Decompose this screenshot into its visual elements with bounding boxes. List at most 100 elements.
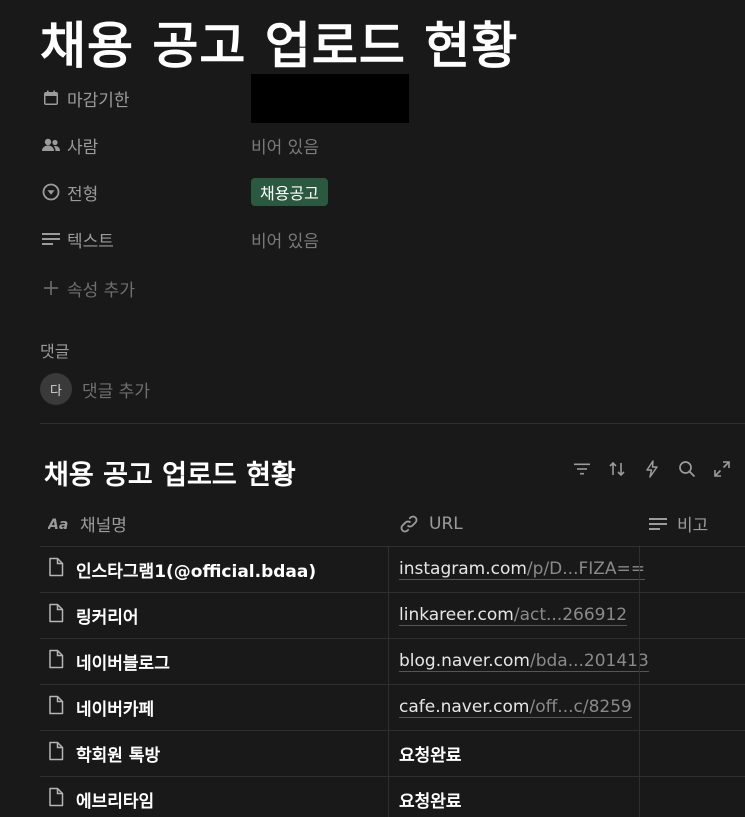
add-property-button[interactable]: 속성 추가 [40, 273, 680, 303]
property-label: 마감기한 [40, 86, 251, 111]
url-host: cafe.naver.com [399, 697, 530, 717]
property-label: 전형 [40, 180, 251, 205]
title-aa-icon: Aa [48, 517, 70, 531]
row-name-cell[interactable]: 네이버카페 [40, 685, 388, 730]
page: 채용 공고 업로드 현황 마감기한 사람 비어 있음 전형 채용공고 텍스트 비… [0, 0, 745, 817]
text-label: 텍스트 [67, 231, 114, 252]
people-label: 사람 [67, 137, 99, 158]
add-property-label: 속성 추가 [67, 280, 135, 301]
url-host: linkareer.com [399, 605, 514, 625]
plus-icon [40, 277, 62, 299]
add-property-row: 속성 추가 [40, 276, 251, 301]
property-label: 텍스트 [40, 227, 251, 252]
row-name-cell[interactable]: 인스타그램1(@official.bdaa) [40, 547, 388, 592]
url-host: blog.naver.com [399, 651, 530, 671]
property-label: 사람 [40, 133, 251, 158]
table-row[interactable]: 네이버블로그 blog.naver.com/bda...201413 [40, 639, 745, 685]
url-plain-value: 요청완료 [399, 792, 462, 812]
table-row[interactable]: 링커리어 linkareer.com/act...266912 [40, 593, 745, 639]
table-row[interactable]: 인스타그램1(@official.bdaa) instagram.com/p/D… [40, 547, 745, 593]
row-name-cell[interactable]: 에브리타임 [40, 777, 388, 817]
people-value[interactable]: 비어 있음 [251, 133, 319, 158]
type-label: 전형 [67, 184, 99, 205]
row-note-cell[interactable] [639, 777, 745, 817]
url-rest: /act...266912 [513, 605, 628, 625]
page-doc-icon [48, 695, 64, 720]
page-title[interactable]: 채용 공고 업로드 현황 [40, 6, 518, 78]
divider [40, 423, 745, 424]
url-link[interactable]: cafe.naver.com/off...c/8259 [399, 697, 632, 718]
column-header-note[interactable]: 비고 [639, 501, 745, 546]
column-label: 채널명 [80, 516, 127, 536]
row-note-cell[interactable] [639, 685, 745, 730]
row-name-cell[interactable]: 링커리어 [40, 593, 388, 638]
row-url-cell[interactable]: linkareer.com/act...266912 [388, 593, 639, 638]
url-plain-value: 요청완료 [399, 746, 462, 766]
row-url-cell[interactable]: cafe.naver.com/off...c/8259 [388, 685, 639, 730]
url-rest: /off...c/8259 [529, 697, 632, 717]
table-row[interactable]: 에브리타임 요청완료 [40, 777, 745, 817]
row-url-cell[interactable]: instagram.com/p/D...FIZA== [388, 547, 646, 592]
row-note-cell[interactable] [639, 547, 745, 592]
row-name: 링커리어 [76, 608, 139, 628]
row-name: 네이버카페 [76, 700, 155, 720]
page-doc-icon [48, 603, 64, 628]
text-lines-icon [40, 228, 62, 250]
comment-input[interactable]: 댓글 추가 [82, 377, 150, 402]
property-people[interactable]: 사람 비어 있음 [40, 130, 680, 160]
column-header-name[interactable]: Aa 채널명 [40, 501, 388, 546]
database-table: Aa 채널명 URL 비고 인스타그램1(@official.bdaa) ins… [40, 501, 745, 817]
url-host: instagram.com [399, 559, 527, 579]
row-note-cell[interactable] [639, 731, 745, 776]
people-icon [40, 134, 62, 156]
url-link[interactable]: blog.naver.com/bda...201413 [399, 651, 649, 672]
table-row[interactable]: 학회원 톡방 요청완료 [40, 731, 745, 777]
property-deadline[interactable]: 마감기한 [40, 73, 680, 123]
column-header-url[interactable]: URL [388, 501, 639, 546]
page-doc-icon [48, 787, 64, 812]
row-name: 학회원 톡방 [76, 746, 161, 766]
row-name: 네이버블로그 [76, 654, 170, 674]
table-row[interactable]: 네이버카페 cafe.naver.com/off...c/8259 [40, 685, 745, 731]
url-link[interactable]: instagram.com/p/D...FIZA== [399, 559, 646, 580]
avatar: 다 [40, 373, 72, 405]
svg-text:Aa: Aa [48, 517, 68, 531]
url-link[interactable]: linkareer.com/act...266912 [399, 605, 628, 626]
comment-row[interactable]: 다 댓글 추가 [40, 373, 150, 405]
comments-heading: 댓글 [40, 342, 70, 361]
column-label: URL [429, 513, 463, 534]
deadline-label: 마감기한 [67, 90, 130, 111]
page-doc-icon [48, 557, 64, 582]
page-doc-icon [48, 649, 64, 674]
row-name-cell[interactable]: 학회원 톡방 [40, 731, 388, 776]
property-type[interactable]: 전형 채용공고 [40, 177, 680, 207]
row-name: 에브리타임 [76, 792, 155, 812]
search-icon[interactable] [676, 458, 698, 480]
url-rest: /p/D...FIZA== [526, 559, 646, 579]
row-url-cell[interactable]: 요청완료 [388, 777, 639, 817]
table-header: Aa 채널명 URL 비고 [40, 501, 745, 547]
row-name: 인스타그램1(@official.bdaa) [76, 562, 317, 582]
row-url-cell[interactable]: blog.naver.com/bda...201413 [388, 639, 649, 684]
sort-icon[interactable] [606, 458, 628, 480]
calendar-icon [40, 87, 62, 109]
text-value[interactable]: 비어 있음 [251, 227, 319, 252]
type-tag[interactable]: 채용공고 [251, 178, 328, 206]
filter-icon[interactable] [571, 458, 593, 480]
text-lines-icon [649, 517, 667, 531]
row-url-cell[interactable]: 요청완료 [388, 731, 639, 776]
property-text[interactable]: 텍스트 비어 있음 [40, 224, 680, 254]
row-note-cell[interactable] [639, 593, 745, 638]
row-note-cell[interactable] [639, 639, 745, 684]
row-name-cell[interactable]: 네이버블로그 [40, 639, 388, 684]
database-toolbar [571, 458, 733, 480]
column-label: 비고 [677, 516, 709, 536]
page-doc-icon [48, 741, 64, 766]
database-title[interactable]: 채용 공고 업로드 현황 [44, 453, 296, 492]
link-icon [399, 514, 419, 534]
redacted-value[interactable] [251, 73, 409, 123]
select-circle-icon [40, 181, 62, 203]
expand-icon[interactable] [711, 458, 733, 480]
url-rest: /bda...201413 [529, 651, 649, 671]
automation-bolt-icon[interactable] [641, 458, 663, 480]
